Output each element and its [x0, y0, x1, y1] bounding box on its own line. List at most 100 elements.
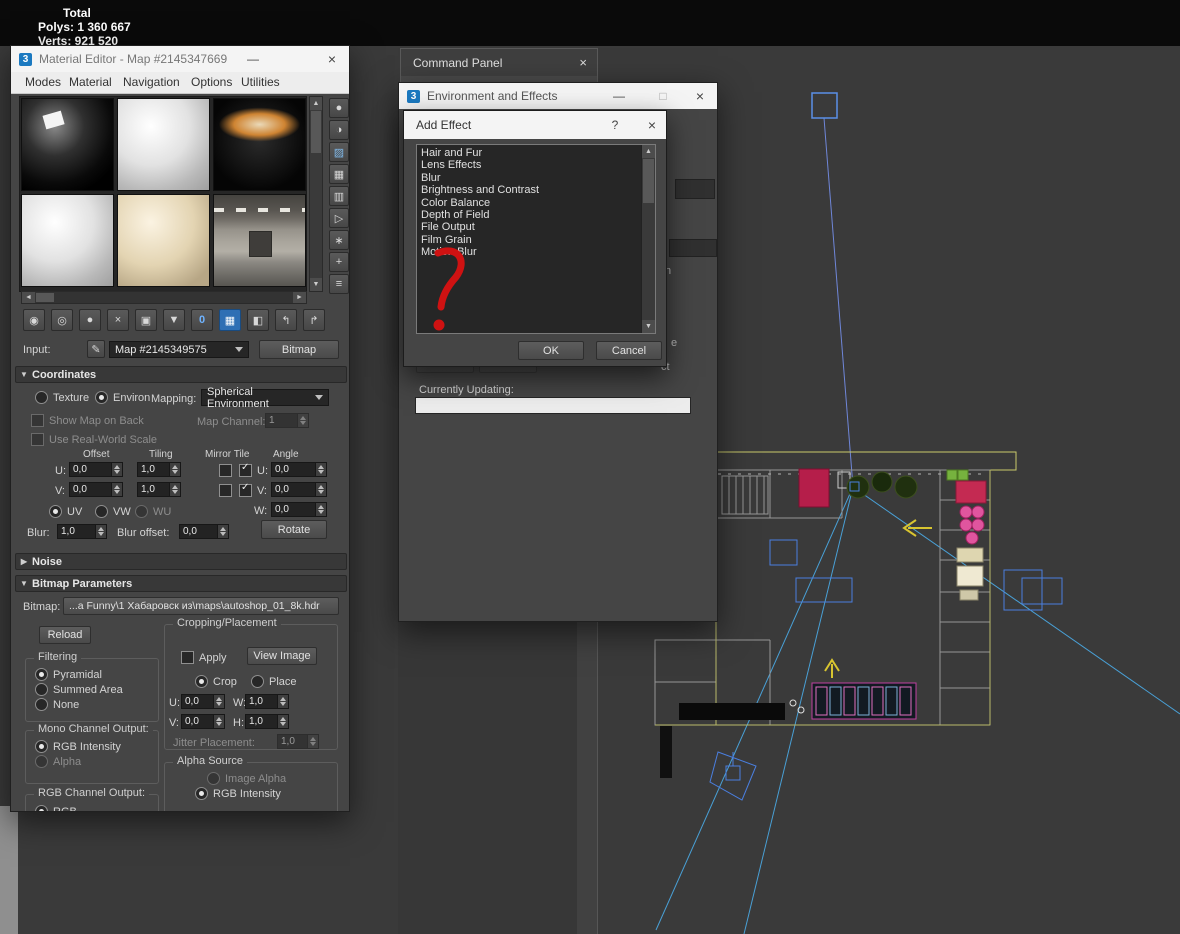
spinner-arrows[interactable]: [111, 483, 122, 496]
offset-u-spinner[interactable]: 0,0: [69, 462, 123, 477]
material-sample-3[interactable]: [213, 98, 306, 191]
assign-material-to-selection-icon[interactable]: ●: [79, 309, 101, 331]
effect-list-item[interactable]: Film Grain: [417, 234, 655, 246]
spinner-arrows[interactable]: [169, 463, 180, 476]
menu-options[interactable]: Options: [191, 75, 232, 89]
pyramidal-radio[interactable]: Pyramidal: [35, 668, 102, 681]
spinner-arrows[interactable]: [315, 483, 326, 496]
spinner-arrows[interactable]: [277, 695, 288, 708]
scroll-left-icon[interactable]: ◄: [22, 292, 35, 303]
summed-area-radio[interactable]: Summed Area: [35, 683, 123, 696]
scrollbar-thumb[interactable]: [36, 293, 54, 302]
minimize-icon[interactable]: —: [599, 83, 639, 109]
close-icon[interactable]: ×: [638, 111, 666, 139]
effect-list-item[interactable]: Motion Blur: [417, 246, 655, 258]
spinner-arrows[interactable]: [95, 525, 106, 538]
material-editor-options-icon[interactable]: ∗: [329, 230, 349, 250]
mirror-v-checkbox[interactable]: [219, 484, 232, 497]
material-map-navigator-icon[interactable]: ≡: [329, 274, 349, 294]
uv-radio[interactable]: UV: [49, 505, 82, 518]
scrollbar-thumb[interactable]: [311, 111, 321, 153]
minimize-icon[interactable]: —: [235, 46, 271, 72]
rotate-button[interactable]: Rotate: [261, 520, 327, 539]
edit-name-icon[interactable]: ✎: [87, 340, 105, 358]
sample-uv-tiling-icon[interactable]: ▦: [329, 164, 349, 184]
offset-v-spinner[interactable]: 0,0: [69, 482, 123, 497]
alpha-rgb-intensity-radio[interactable]: RGB Intensity: [195, 787, 281, 800]
crop-v-spinner[interactable]: 0,0: [181, 714, 225, 729]
effect-list-item[interactable]: File Output: [417, 221, 655, 233]
apply-checkbox[interactable]: Apply: [181, 651, 227, 664]
effect-list[interactable]: Hair and Fur Lens Effects Blur Brightnes…: [416, 144, 656, 334]
scrollbar-thumb[interactable]: [643, 159, 654, 203]
rgb-radio[interactable]: RGB: [35, 805, 77, 812]
effect-list-item[interactable]: Lens Effects: [417, 159, 655, 171]
select-by-material-icon[interactable]: +: [329, 252, 349, 272]
sample-type-sphere-icon[interactable]: ●: [329, 98, 349, 118]
map-name-dropdown[interactable]: Map #2145349575: [109, 341, 249, 358]
close-icon[interactable]: ×: [683, 83, 717, 109]
rollout-bitmap-parameters[interactable]: ▼ Bitmap Parameters: [15, 575, 347, 592]
background-icon[interactable]: ▨: [329, 142, 349, 162]
effect-list-item[interactable]: Depth of Field: [417, 209, 655, 221]
tile-v-checkbox[interactable]: [239, 484, 252, 497]
help-icon[interactable]: ?: [600, 111, 630, 139]
video-color-check-icon[interactable]: ▥: [329, 186, 349, 206]
spinner-arrows[interactable]: [315, 463, 326, 476]
effect-list-item[interactable]: Color Balance: [417, 197, 655, 209]
close-icon[interactable]: ×: [315, 46, 349, 72]
spinner-arrows[interactable]: [169, 483, 180, 496]
texture-radio[interactable]: Texture: [35, 391, 89, 404]
ok-button[interactable]: OK: [518, 341, 584, 360]
alpha-radio[interactable]: Alpha: [35, 755, 81, 768]
mirror-u-checkbox[interactable]: [219, 464, 232, 477]
angle-u-spinner[interactable]: 0,0: [271, 462, 327, 477]
maximize-icon[interactable]: □: [643, 83, 683, 109]
spinner-arrows[interactable]: [297, 414, 308, 427]
vw-radio[interactable]: VW: [95, 505, 131, 518]
environ-radio[interactable]: Environ: [95, 391, 150, 404]
spinner-arrows[interactable]: [217, 525, 228, 538]
place-radio[interactable]: Place: [251, 675, 297, 688]
reload-button[interactable]: Reload: [39, 626, 91, 644]
angle-w-spinner[interactable]: 0,0: [271, 502, 327, 517]
rollout-coordinates[interactable]: ▼ Coordinates: [15, 366, 347, 383]
effect-list-item[interactable]: Blur: [417, 172, 655, 184]
blur-spinner[interactable]: 1,0: [57, 524, 107, 539]
show-map-in-viewport-icon[interactable]: ▦: [219, 309, 241, 331]
spinner-arrows[interactable]: [111, 463, 122, 476]
backlight-icon[interactable]: ◑: [329, 120, 349, 140]
make-material-copy-icon[interactable]: ▣: [135, 309, 157, 331]
material-sample-2[interactable]: [117, 98, 210, 191]
show-end-result-icon[interactable]: ◧: [247, 309, 269, 331]
put-to-library-icon[interactable]: ▼: [163, 309, 185, 331]
scroll-up-icon[interactable]: ▲: [642, 145, 655, 158]
material-sample-6[interactable]: [213, 194, 306, 287]
put-material-to-scene-icon[interactable]: ◎: [51, 309, 73, 331]
sample-hscrollbar[interactable]: ◄ ►: [21, 291, 307, 304]
command-panel-titlebar[interactable]: Command Panel ×: [401, 49, 597, 77]
crop-h-spinner[interactable]: 1,0: [245, 714, 289, 729]
spinner-arrows[interactable]: [213, 715, 224, 728]
tiling-v-spinner[interactable]: 1,0: [137, 482, 181, 497]
rgb-intensity-radio[interactable]: RGB Intensity: [35, 740, 121, 753]
effect-list-item[interactable]: Hair and Fur: [417, 147, 655, 159]
view-image-button[interactable]: View Image: [247, 647, 317, 665]
material-editor-titlebar[interactable]: 3 Material Editor - Map #2145347669: [11, 46, 349, 72]
image-alpha-radio[interactable]: Image Alpha: [207, 772, 286, 785]
make-preview-icon[interactable]: ▷: [329, 208, 349, 228]
material-sample-5[interactable]: [117, 194, 210, 287]
rollout-noise[interactable]: ▶ Noise: [15, 553, 347, 570]
tile-u-checkbox[interactable]: [239, 464, 252, 477]
tiling-u-spinner[interactable]: 1,0: [137, 462, 181, 477]
material-sample-1[interactable]: [21, 98, 114, 191]
scroll-down-icon[interactable]: ▼: [642, 320, 655, 333]
menu-utilities[interactable]: Utilities: [241, 75, 280, 89]
wu-radio[interactable]: WU: [135, 505, 171, 518]
none-radio[interactable]: None: [35, 698, 79, 711]
cancel-button[interactable]: Cancel: [596, 341, 662, 360]
sample-vscrollbar[interactable]: ▲ ▼: [309, 96, 323, 292]
material-sample-4[interactable]: [21, 194, 114, 287]
mapping-dropdown[interactable]: Spherical Environment: [201, 389, 329, 406]
crop-w-spinner[interactable]: 1,0: [245, 694, 289, 709]
